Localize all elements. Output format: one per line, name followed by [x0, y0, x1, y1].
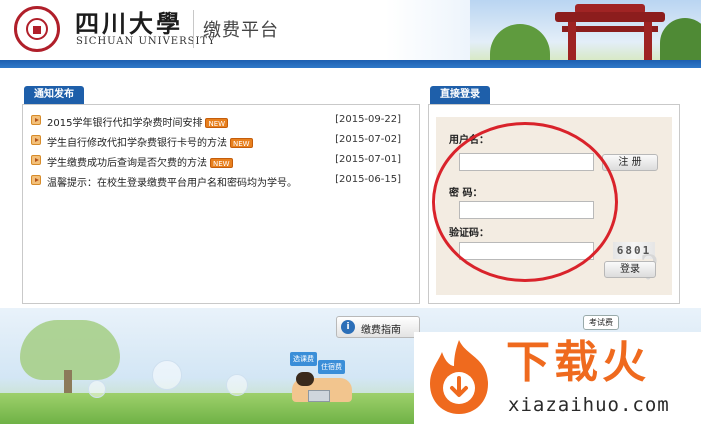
university-seal-logo [14, 6, 60, 52]
sign-housing-fee: 住宿费 [318, 360, 345, 374]
notice-title[interactable]: 温馨提示：在校生登录缴费平台用户名和密码均为学号。 [47, 178, 297, 189]
notice-item[interactable]: 2015学年银行代扣学杂费时间安排 NEW [2015-09-22] [23, 111, 419, 131]
sign-course-fee: 选课费 [290, 352, 317, 366]
notice-title[interactable]: 学生缴费成功后查询是否欠费的方法 [47, 158, 207, 169]
school-name-en: SICHUAN UNIVERSITY [76, 36, 216, 47]
new-badge: NEW [230, 138, 253, 148]
watermark-url: xiazaihuo.com [508, 394, 670, 416]
notice-date: [2015-06-15] [335, 174, 401, 185]
arrow-bullet-icon [31, 115, 41, 125]
notice-item[interactable]: 学生缴费成功后查询是否欠费的方法 NEW [2015-07-01] [23, 151, 419, 171]
red-highlight-annotation [432, 122, 618, 282]
notice-date: [2015-07-02] [335, 134, 401, 145]
illustration-bubble [226, 374, 248, 396]
site-header: 四川大學 SICHUAN UNIVERSITY 缴费平台 [0, 0, 701, 60]
notice-link[interactable]: 学生缴费成功后查询是否欠费的方法 NEW [47, 154, 233, 169]
notice-link[interactable]: 温馨提示：在校生登录缴费平台用户名和密码均为学号。 [47, 174, 297, 189]
illustration-laptop [308, 390, 330, 402]
arrow-bullet-icon [31, 155, 41, 165]
notice-list: 2015学年银行代扣学杂费时间安排 NEW [2015-09-22] 学生自行修改… [23, 111, 419, 191]
school-name-cn: 四川大學 [75, 9, 183, 38]
campus-gate-roof [555, 12, 665, 22]
new-badge: NEW [205, 118, 229, 128]
arrow-bullet-icon [31, 135, 41, 145]
arrow-bullet-icon [31, 175, 41, 185]
notice-item[interactable]: 温馨提示：在校生登录缴费平台用户名和密码均为学号。 [2015-06-15] [23, 171, 419, 191]
notice-title[interactable]: 2015学年银行代扣学杂费时间安排 [47, 118, 202, 129]
illustration-bubble [152, 360, 182, 390]
platform-title: 缴费平台 [203, 20, 279, 41]
login-button[interactable]: 登录 [604, 261, 656, 278]
payment-guide-label: 缴费指南 [361, 325, 401, 336]
payment-guide-button[interactable]: i 缴费指南 [336, 316, 420, 338]
illustration-bubble [88, 380, 106, 398]
header-divider [193, 10, 194, 48]
watermark-flame-logo-icon [430, 340, 488, 414]
notice-date: [2015-09-22] [335, 114, 401, 125]
notice-panel: 2015学年银行代扣学杂费时间安排 NEW [2015-09-22] 学生自行修改… [22, 104, 420, 304]
header-blue-band [0, 60, 701, 68]
sign-exam-fee: 考试费 [583, 315, 619, 330]
notice-panel-tab: 通知发布 [24, 86, 84, 104]
campus-gate-post-right [644, 22, 652, 60]
notice-title[interactable]: 学生自行修改代扣学杂费银行卡号的方法 [47, 138, 227, 149]
notice-link[interactable]: 学生自行修改代扣学杂费银行卡号的方法 NEW [47, 134, 253, 149]
illustration-student-hair [296, 372, 314, 386]
new-badge: NEW [210, 158, 233, 168]
notice-date: [2015-07-01] [335, 154, 401, 165]
seal-emblem [33, 26, 41, 34]
notice-link[interactable]: 2015学年银行代扣学杂费时间安排 NEW [47, 114, 229, 129]
info-icon: i [341, 320, 355, 334]
register-button[interactable]: 注 册 [602, 154, 658, 171]
notice-item[interactable]: 学生自行修改代扣学杂费银行卡号的方法 NEW [2015-07-02] [23, 131, 419, 151]
login-panel-tab: 直接登录 [430, 86, 490, 104]
watermark-brand: 下载火 [506, 337, 650, 388]
campus-gate-post-left [568, 22, 576, 60]
